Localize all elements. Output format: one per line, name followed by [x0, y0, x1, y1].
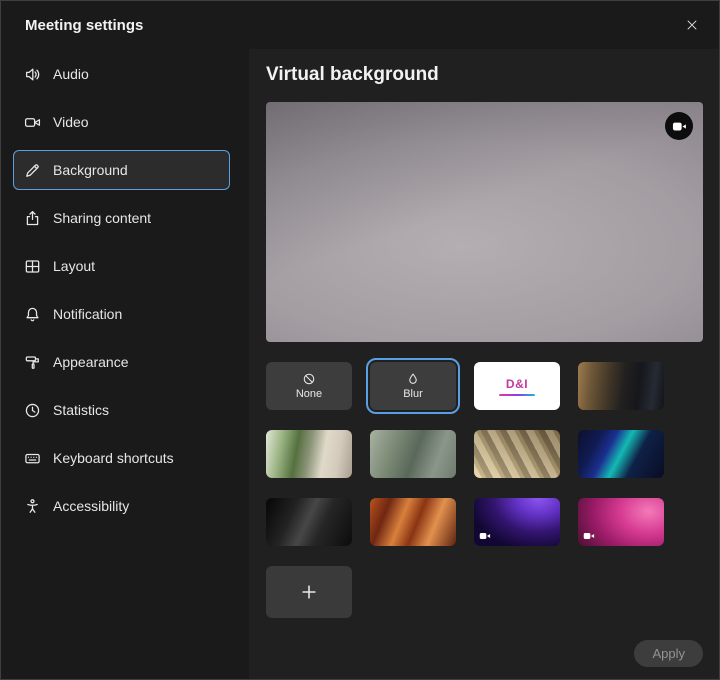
- sidebar-item-label: Audio: [53, 66, 89, 82]
- panel-footer: Apply: [266, 630, 703, 667]
- appearance-paint-roller-icon: [24, 354, 41, 371]
- sidebar-item-label: Video: [53, 114, 89, 130]
- sidebar-item-background[interactable]: Background: [13, 150, 230, 190]
- settings-sidebar: Audio Video Background Sharing content: [1, 49, 249, 679]
- bell-icon: [24, 306, 41, 323]
- speaker-icon: [24, 66, 41, 83]
- sidebar-item-sharing-content[interactable]: Sharing content: [13, 198, 230, 238]
- apply-button[interactable]: Apply: [634, 640, 703, 667]
- background-pen-icon: [24, 162, 41, 179]
- share-icon: [24, 210, 41, 227]
- video-badge-icon: [583, 530, 595, 542]
- layout-grid-icon: [24, 258, 41, 275]
- close-button[interactable]: [679, 12, 705, 38]
- sidebar-item-keyboard-shortcuts[interactable]: Keyboard shortcuts: [13, 438, 230, 478]
- add-background-button[interactable]: [266, 566, 352, 618]
- background-thumbnail-blurred-nature[interactable]: [370, 430, 456, 478]
- sidebar-item-label: Notification: [53, 306, 122, 322]
- sidebar-item-accessibility[interactable]: Accessibility: [13, 486, 230, 526]
- sidebar-item-audio[interactable]: Audio: [13, 54, 230, 94]
- sidebar-item-video[interactable]: Video: [13, 102, 230, 142]
- sidebar-item-label: Background: [53, 162, 128, 178]
- dialog-body: Audio Video Background Sharing content: [1, 49, 719, 679]
- background-thumbnail-pink-video[interactable]: [578, 498, 664, 546]
- background-thumbnail-blinds[interactable]: [474, 430, 560, 478]
- meeting-settings-dialog: Meeting settings Audio Video: [0, 0, 720, 680]
- option-label: Blur: [403, 388, 423, 400]
- background-thumbnail-office[interactable]: [578, 362, 664, 410]
- dialog-title: Meeting settings: [25, 17, 143, 34]
- close-icon: [685, 18, 699, 32]
- background-thumbnail-lava[interactable]: [370, 498, 456, 546]
- background-thumbnail-living-room[interactable]: [266, 430, 352, 478]
- background-thumbnail-dark-swirl[interactable]: [266, 498, 352, 546]
- video-camera-icon: [24, 114, 41, 131]
- sidebar-item-statistics[interactable]: Statistics: [13, 390, 230, 430]
- background-thumbnail-logo[interactable]: D&I: [474, 362, 560, 410]
- plus-icon: [300, 583, 318, 601]
- camera-preview: [266, 102, 703, 342]
- sidebar-item-label: Appearance: [53, 354, 129, 370]
- background-option-none[interactable]: None: [266, 362, 352, 410]
- sidebar-item-label: Keyboard shortcuts: [53, 450, 174, 466]
- sidebar-item-appearance[interactable]: Appearance: [13, 342, 230, 382]
- sidebar-item-label: Statistics: [53, 402, 109, 418]
- statistics-clock-icon: [24, 402, 41, 419]
- virtual-background-panel: Virtual background None Blur D&I: [249, 49, 719, 679]
- background-option-blur[interactable]: Blur: [370, 362, 456, 410]
- keyboard-icon: [24, 450, 41, 467]
- panel-heading: Virtual background: [266, 64, 703, 86]
- sidebar-item-label: Layout: [53, 258, 95, 274]
- background-thumbnail-navy-teal[interactable]: [578, 430, 664, 478]
- video-badge-icon: [479, 530, 491, 542]
- blur-droplet-icon: [406, 372, 420, 386]
- camera-icon: [672, 119, 687, 134]
- accessibility-icon: [24, 498, 41, 515]
- background-grid: None Blur D&I: [266, 362, 703, 618]
- background-thumbnail-purple-video[interactable]: [474, 498, 560, 546]
- option-label: None: [296, 388, 322, 400]
- sidebar-item-label: Sharing content: [53, 210, 151, 226]
- logo-text: D&I: [506, 377, 528, 391]
- sidebar-item-label: Accessibility: [53, 498, 129, 514]
- none-icon: [302, 372, 316, 386]
- sidebar-item-notification[interactable]: Notification: [13, 294, 230, 334]
- title-bar: Meeting settings: [1, 1, 719, 49]
- sidebar-item-layout[interactable]: Layout: [13, 246, 230, 286]
- camera-preview-button[interactable]: [665, 112, 693, 140]
- logo-tagline-decoration: [499, 394, 535, 396]
